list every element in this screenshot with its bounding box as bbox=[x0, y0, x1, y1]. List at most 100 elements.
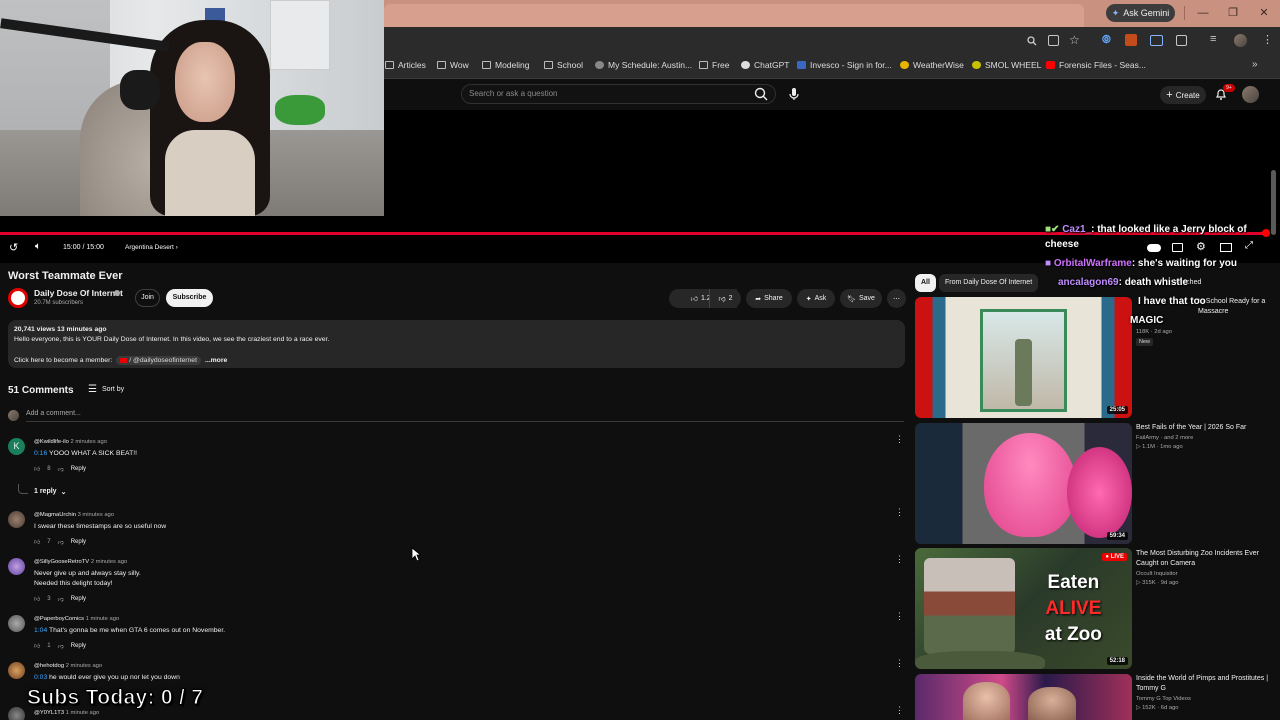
recommendation-thumbnail[interactable]: Eaten ALIVE at Zoo ● LIVE 52:18 bbox=[915, 548, 1132, 669]
reply-button[interactable]: Reply bbox=[71, 596, 86, 602]
avatar[interactable] bbox=[8, 707, 25, 720]
replay-icon[interactable]: ↺ bbox=[9, 241, 18, 254]
search-icon[interactable] bbox=[753, 86, 769, 102]
reading-list-icon[interactable]: ≡ bbox=[1210, 33, 1216, 45]
subscribe-button[interactable]: Subscribe bbox=[166, 289, 213, 307]
thumbs-up-icon[interactable]: 👍︎ bbox=[34, 465, 40, 473]
chip-from-channel[interactable]: From Daily Dose Of Internet bbox=[939, 274, 1039, 292]
volume-icon[interactable]: 🔈︎ bbox=[35, 241, 41, 252]
share-button[interactable]: ➦ Share bbox=[746, 289, 792, 308]
extension-badge-icon[interactable] bbox=[1125, 34, 1137, 46]
bookmark-forensic-files[interactable]: Forensic Files - Seas... bbox=[1046, 60, 1146, 70]
comment-menu-icon[interactable]: ⋮ bbox=[895, 706, 904, 715]
extension-bluesky-icon[interactable]: ⦾ bbox=[1102, 34, 1111, 47]
browser-tab-active[interactable] bbox=[384, 4, 1084, 27]
recommendation-title[interactable]: Inside the World of Pimps and Prostitute… bbox=[1136, 674, 1276, 694]
comment-author[interactable]: @Y0YL1T3 1 minute ago bbox=[34, 710, 99, 716]
settings-gear-icon[interactable]: ⚙ bbox=[1196, 240, 1206, 253]
maximize-icon[interactable]: ❐ bbox=[1222, 4, 1244, 22]
chapter-label[interactable]: Argentina Desert › bbox=[125, 244, 178, 251]
bookmark-free[interactable]: Free bbox=[699, 60, 729, 70]
comment-menu-icon[interactable]: ⋮ bbox=[895, 612, 904, 621]
bookmark-wow[interactable]: Wow bbox=[437, 60, 469, 70]
comment-author[interactable]: @PaperboyComics 1 minute ago bbox=[34, 616, 119, 622]
thumbs-down-icon[interactable]: 👎︎ bbox=[58, 538, 64, 546]
reply-button[interactable]: Reply bbox=[71, 466, 86, 472]
avatar[interactable]: K bbox=[8, 438, 25, 455]
create-button[interactable]: + Create bbox=[1160, 86, 1206, 104]
member-link[interactable]: / @dailydoseofinternet bbox=[116, 356, 201, 365]
account-avatar[interactable] bbox=[1242, 86, 1259, 103]
scrollbar-thumb[interactable] bbox=[1271, 170, 1276, 235]
ask-gemini-button[interactable]: ✦ Ask Gemini bbox=[1106, 4, 1175, 22]
recommendation-thumbnail[interactable]: 25:05 bbox=[915, 297, 1132, 418]
more-actions-button[interactable]: ⋯ bbox=[887, 289, 906, 308]
dislike-button[interactable]: 👎︎ 2 bbox=[709, 289, 741, 308]
bookmark-weatherwise[interactable]: WeatherWise bbox=[900, 60, 964, 70]
cast-icon[interactable] bbox=[1048, 35, 1059, 46]
comment-menu-icon[interactable]: ⋮ bbox=[895, 508, 904, 517]
thumbs-down-icon[interactable]: 👎︎ bbox=[58, 642, 64, 650]
channel-logo[interactable] bbox=[8, 288, 28, 308]
comment-menu-icon[interactable]: ⋮ bbox=[895, 555, 904, 564]
replies-toggle[interactable]: 1 reply ⌄ bbox=[34, 488, 66, 496]
chip-all[interactable]: All bbox=[915, 274, 936, 292]
zoom-icon[interactable] bbox=[1027, 36, 1037, 46]
extension-window-icon[interactable] bbox=[1150, 35, 1163, 46]
close-window-icon[interactable]: ✕ bbox=[1253, 4, 1275, 22]
add-comment-input[interactable]: Add a comment... bbox=[26, 410, 81, 417]
ask-button[interactable]: ✦ Ask bbox=[797, 289, 835, 308]
thumbs-up-icon[interactable]: 👍︎ bbox=[34, 642, 40, 650]
thumbs-down-icon[interactable]: 👎︎ bbox=[58, 465, 64, 473]
thumbs-up-icon[interactable]: 👍︎ bbox=[34, 538, 40, 546]
thumbs-up-icon[interactable]: 👍︎ bbox=[34, 595, 40, 603]
recommendation-title[interactable]: to School Ready for a Massacre bbox=[1198, 297, 1278, 317]
bookmark-modeling[interactable]: Modeling bbox=[482, 60, 530, 70]
recommendation-title[interactable]: The Most Disturbing Zoo Incidents Ever C… bbox=[1136, 549, 1276, 569]
save-button[interactable]: 🔖︎ Save bbox=[840, 289, 882, 308]
autoplay-toggle[interactable] bbox=[1147, 244, 1161, 252]
recommendation-views: ▷ 1.1M · 1mo ago bbox=[1136, 444, 1183, 450]
fullscreen-icon[interactable]: ⤢ bbox=[1245, 240, 1253, 251]
reply-button[interactable]: Reply bbox=[71, 539, 86, 545]
comment-menu-icon[interactable]: ⋮ bbox=[895, 659, 904, 668]
bookmark-invesco[interactable]: Invesco - Sign in for... bbox=[797, 60, 892, 70]
sort-by-button[interactable]: ☰ Sort by bbox=[88, 384, 124, 395]
bookmark-my-schedule[interactable]: My Schedule: Austin... bbox=[595, 60, 692, 70]
recommendation-thumbnail[interactable]: 59:34 bbox=[915, 423, 1132, 544]
theater-mode-icon[interactable] bbox=[1220, 243, 1232, 252]
recommendation-thumbnail[interactable] bbox=[915, 674, 1132, 720]
join-button[interactable]: Join bbox=[135, 289, 160, 307]
bookmark-chatgpt[interactable]: ChatGPT bbox=[741, 60, 789, 70]
comment-author[interactable]: @Kwildlife-ilo 2 minutes ago bbox=[34, 439, 107, 445]
progress-scrubber[interactable] bbox=[1262, 229, 1270, 237]
more-link[interactable]: ...more bbox=[205, 357, 227, 364]
channel-name[interactable]: Daily Dose Of Internet bbox=[34, 288, 123, 298]
recommendation-title[interactable]: Best Fails of the Year | 2026 So Far bbox=[1136, 423, 1276, 433]
avatar[interactable] bbox=[8, 662, 25, 679]
profile-avatar[interactable] bbox=[1234, 34, 1247, 47]
microphone-icon[interactable] bbox=[787, 87, 801, 101]
bookmark-articles[interactable]: Articles bbox=[385, 60, 426, 70]
recommendation-channel[interactable]: Tommy G Top Videos bbox=[1136, 695, 1191, 704]
comment-author[interactable]: @SillyGooseRetroTV 2 minutes ago bbox=[34, 559, 127, 565]
comment-menu-icon[interactable]: ⋮ bbox=[895, 435, 904, 444]
captions-icon[interactable] bbox=[1172, 243, 1183, 252]
comment-author[interactable]: @hehotdog 2 minutes ago bbox=[34, 663, 102, 669]
minimize-icon[interactable]: — bbox=[1192, 4, 1214, 22]
avatar[interactable] bbox=[8, 511, 25, 528]
bookmark-star-icon[interactable]: ☆ bbox=[1069, 33, 1080, 47]
bookmark-smol-wheel[interactable]: SMOL WHEEL bbox=[972, 60, 1041, 70]
avatar[interactable] bbox=[8, 615, 25, 632]
reply-button[interactable]: Reply bbox=[71, 643, 86, 649]
recommendation-channel[interactable]: FailArmy · and 2 more bbox=[1136, 434, 1193, 443]
extensions-puzzle-icon[interactable] bbox=[1176, 35, 1187, 46]
comment-author[interactable]: @MagmaUrchin 3 minutes ago bbox=[34, 512, 114, 518]
browser-menu-icon[interactable]: ⋮ bbox=[1262, 33, 1273, 46]
search-input[interactable]: Search or ask a question bbox=[461, 84, 776, 104]
avatar[interactable] bbox=[8, 558, 25, 575]
thumbs-down-icon[interactable]: 👎︎ bbox=[58, 595, 64, 603]
bookmark-school[interactable]: School bbox=[544, 60, 583, 70]
more-bookmarks-icon[interactable]: » bbox=[1252, 59, 1258, 70]
recommendation-channel[interactable]: Occult Inquisitor bbox=[1136, 570, 1178, 579]
